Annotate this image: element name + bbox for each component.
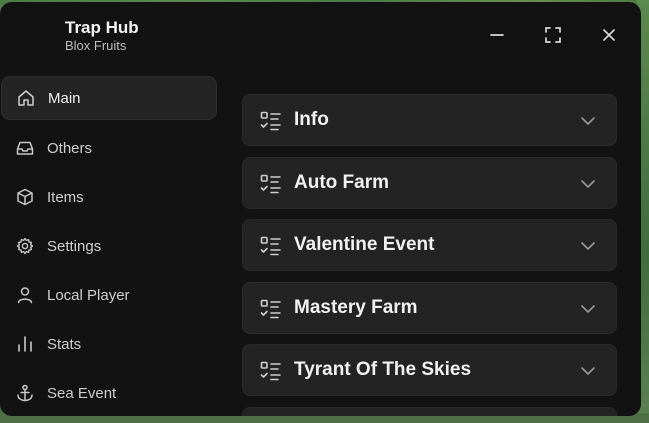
section-label: Auto Farm xyxy=(294,171,389,193)
window-title: Trap Hub xyxy=(65,18,139,37)
close-button[interactable] xyxy=(598,24,620,46)
chevron-down-icon xyxy=(581,117,595,126)
chevron-down-icon xyxy=(581,304,595,313)
home-icon xyxy=(18,90,34,106)
inbox-icon xyxy=(16,141,34,155)
sidebar-item-sea-event[interactable]: Sea Event xyxy=(1,372,217,414)
maximize-icon xyxy=(545,27,561,43)
checklist-icon xyxy=(260,174,281,193)
main-content: Info Auto Farm Valentine Event Mastery F… xyxy=(242,94,617,416)
section-valentine-event[interactable]: Valentine Event xyxy=(242,219,617,271)
section-label: Tyrant Of The Skies xyxy=(294,359,472,380)
section-auto-farm[interactable]: Auto Farm xyxy=(242,156,617,209)
bar-chart-icon xyxy=(18,336,32,352)
gear-icon xyxy=(16,237,34,255)
sidebar-item-label: Items xyxy=(47,188,84,206)
anchor-icon xyxy=(17,384,33,402)
sidebar-item-label: Main xyxy=(48,89,81,107)
sidebar-item-local-player[interactable]: Local Player xyxy=(1,274,217,316)
sidebar-item-label: Settings xyxy=(47,237,102,255)
minimize-icon xyxy=(490,34,504,36)
checklist-icon xyxy=(260,111,281,131)
section-label: Info xyxy=(294,109,329,130)
sidebar-item-label: Sea Event xyxy=(47,384,117,402)
section-mastery-farm[interactable]: Mastery Farm xyxy=(242,281,617,334)
chevron-down-icon xyxy=(581,242,595,251)
box-icon xyxy=(17,188,33,206)
section-info[interactable]: Info xyxy=(242,94,617,146)
hub-window: Trap Hub Blox Fruits Main Others Items S… xyxy=(0,2,641,416)
checklist-icon xyxy=(260,299,281,318)
section-tyrant-of-the-skies[interactable]: Tyrant Of The Skies xyxy=(242,344,617,396)
sidebar-item-label: Stats xyxy=(47,335,82,353)
section-partial-next[interactable] xyxy=(242,406,617,416)
section-label: Valentine Event xyxy=(294,234,435,255)
section-label: Mastery Farm xyxy=(294,296,418,318)
close-icon xyxy=(603,29,615,41)
chevron-down-icon xyxy=(581,179,595,188)
user-icon xyxy=(17,287,33,304)
minimize-button[interactable] xyxy=(486,24,508,46)
sidebar-item-stats[interactable]: Stats xyxy=(1,323,217,365)
checklist-icon xyxy=(260,236,281,256)
sidebar: Main Others Items Settings Local Player … xyxy=(0,76,220,416)
sidebar-item-main[interactable]: Main xyxy=(1,76,217,120)
sidebar-item-others[interactable]: Others xyxy=(1,127,217,169)
sidebar-item-items[interactable]: Items xyxy=(1,176,217,218)
sidebar-item-label: Others xyxy=(47,139,93,157)
window-subtitle: Blox Fruits xyxy=(65,38,127,53)
chevron-down-icon xyxy=(581,367,595,376)
maximize-button[interactable] xyxy=(542,24,564,46)
sidebar-item-label: Local Player xyxy=(47,286,130,304)
sidebar-item-settings[interactable]: Settings xyxy=(1,225,217,267)
checklist-icon xyxy=(260,361,281,381)
